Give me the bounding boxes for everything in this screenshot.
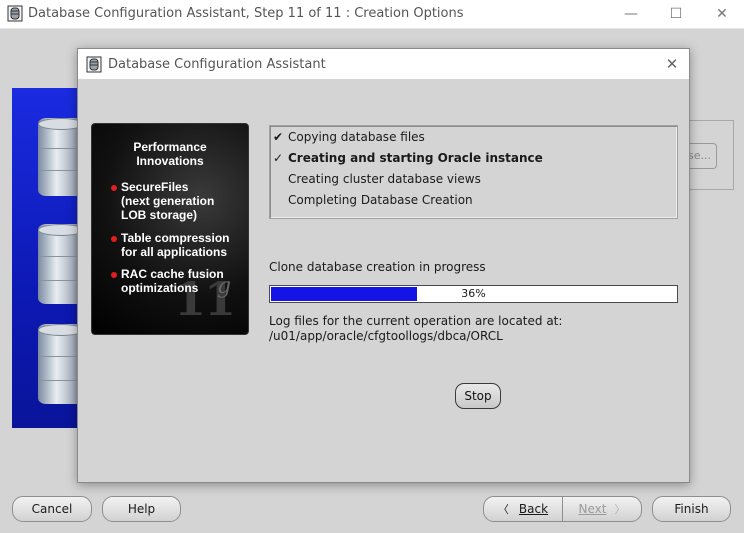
log-location-path: /u01/app/oracle/cfgtoollogs/dbca/ORCL (269, 329, 503, 343)
help-button[interactable]: Help (102, 496, 181, 522)
dialog-close-button[interactable]: ✕ (662, 54, 682, 74)
dialog-titlebar: Database Configuration Assistant ✕ (78, 49, 689, 79)
promo-item-rac-cache-fusion: RAC cache fusion optimizations (121, 267, 224, 295)
window-title: Database Configuration Assistant, Step 1… (28, 6, 464, 21)
database-app-icon (7, 5, 23, 22)
progress-percent-label: 36% (461, 287, 486, 300)
maximize-button[interactable]: ☐ (662, 4, 690, 24)
chevron-left-icon: 〈 (497, 503, 509, 516)
bullet-icon (111, 272, 117, 278)
step-creating-oracle-instance: Creating and starting Oracle instance (288, 151, 543, 165)
bullet-icon (111, 236, 117, 242)
close-window-button[interactable]: ✕ (708, 4, 736, 24)
dialog-title: Database Configuration Assistant (108, 57, 326, 72)
creation-steps-list: ✔ Copying database files ✓ Creating and … (269, 125, 678, 219)
back-button[interactable]: 〈 Back (483, 496, 563, 522)
database-app-icon (86, 56, 102, 73)
progress-status-text: Clone database creation in progress (269, 260, 486, 274)
check-icon: ✓ (273, 151, 284, 165)
check-icon: ✔ (273, 130, 284, 144)
stop-button[interactable]: Stop (455, 383, 501, 409)
bullet-icon (111, 185, 117, 191)
finish-button[interactable]: Finish (652, 496, 731, 522)
step-completing-creation: Completing Database Creation (288, 193, 473, 207)
log-location-label: Log files for the current operation are … (269, 314, 563, 328)
chevron-right-icon: 〉 (614, 503, 626, 516)
step-creating-cluster-views: Creating cluster database views (288, 172, 481, 186)
progress-dialog: Database Configuration Assistant ✕ 11 g … (77, 48, 690, 483)
next-button[interactable]: Next 〉 (562, 496, 642, 522)
minimize-button[interactable]: — (617, 4, 645, 24)
promo-item-table-compression: Table compression for all applications (121, 231, 230, 259)
browse-button[interactable]: se... (688, 143, 717, 169)
promo-title: Performance Innovations (133, 140, 207, 168)
progress-bar: 36% (269, 285, 678, 303)
oracle-11g-promo-panel: 11 g Performance Innovations SecureFiles… (91, 123, 249, 335)
promo-item-securefiles: SecureFiles (next generation LOB storage… (121, 180, 215, 222)
step-copying-database-files: Copying database files (288, 130, 425, 144)
window-titlebar: Database Configuration Assistant, Step 1… (0, 0, 744, 29)
cancel-button[interactable]: Cancel (12, 496, 92, 522)
